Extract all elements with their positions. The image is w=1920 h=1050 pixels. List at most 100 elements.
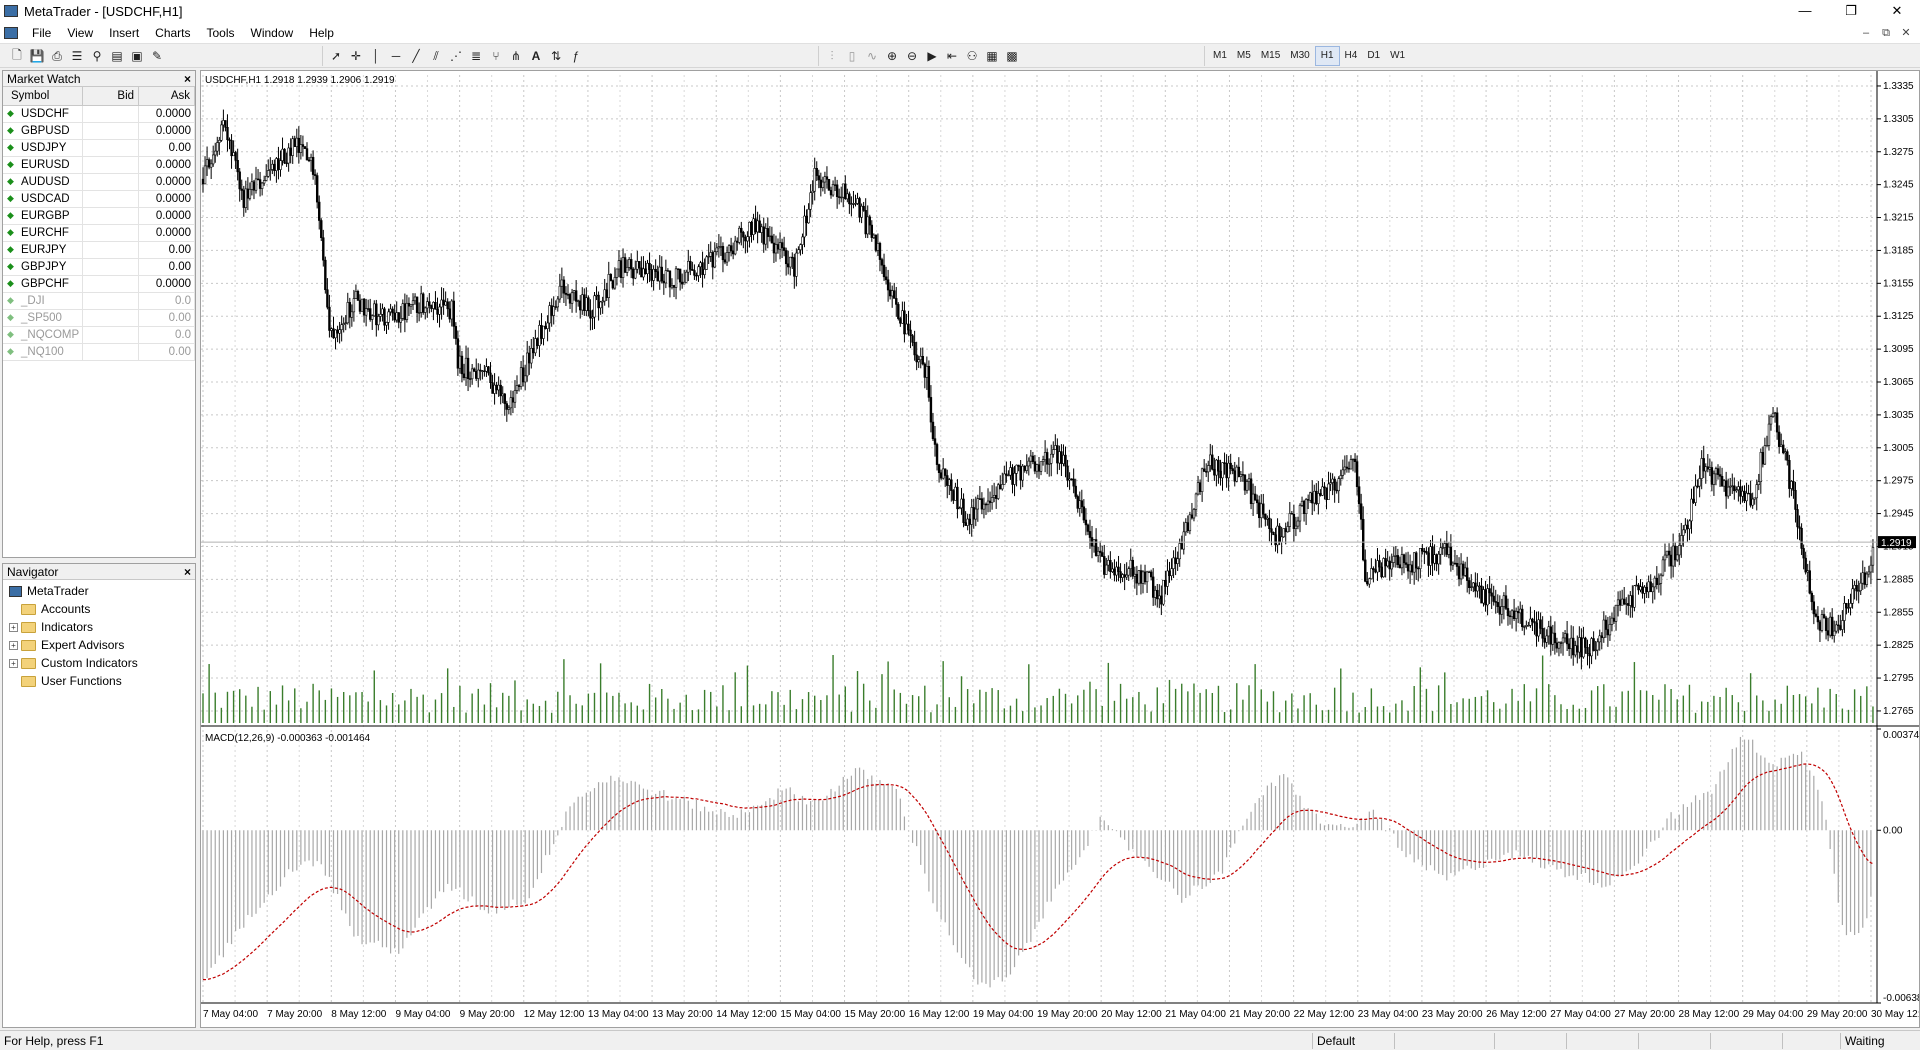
- arrows-icon[interactable]: ⇅: [546, 46, 566, 66]
- market-watch-icon[interactable]: ☰: [67, 46, 87, 66]
- chart-canvas[interactable]: 7 May 04:00 7 May 20:00 8 May 12:00 9 May 0…: [201, 71, 1919, 1027]
- new-chart-icon[interactable]: 🗋: [7, 46, 27, 66]
- minimize-button[interactable]: —: [1782, 0, 1828, 22]
- save-icon[interactable]: 💾: [27, 46, 47, 66]
- market-watch-row[interactable]: ◆ GBPJPY 0.00: [3, 258, 195, 276]
- maximize-button[interactable]: ❐: [1828, 0, 1874, 22]
- gann-icon[interactable]: ⋰: [446, 46, 466, 66]
- candle-body: [301, 144, 305, 147]
- candle-body: [477, 369, 480, 379]
- market-watch-row[interactable]: ◆ _SP500 0.00: [3, 309, 195, 327]
- market-watch-row[interactable]: ◆ USDCHF 0.0000: [3, 105, 195, 123]
- periods-icon[interactable]: ▦: [982, 46, 1002, 66]
- pitchfork-icon[interactable]: ⑂: [486, 46, 506, 66]
- navigator-item[interactable]: Accounts: [9, 600, 195, 618]
- candle-body: [1137, 570, 1141, 584]
- timeframe-m15[interactable]: M15: [1256, 46, 1285, 66]
- timeframe-m30[interactable]: M30: [1285, 46, 1314, 66]
- close-icon[interactable]: ×: [184, 565, 191, 579]
- candle-body: [1525, 625, 1528, 627]
- market-watch-row[interactable]: ◆ EURCHF 0.0000: [3, 224, 195, 242]
- market-watch-row[interactable]: ◆ GBPUSD 0.0000: [3, 122, 195, 140]
- print-icon[interactable]: ⎙: [47, 46, 67, 66]
- market-watch-row[interactable]: ◆ EURUSD 0.0000: [3, 156, 195, 174]
- zoom-out-icon[interactable]: ⊖: [902, 46, 922, 66]
- navigator-item[interactable]: User Functions: [9, 672, 195, 690]
- menu-insert[interactable]: Insert: [101, 22, 147, 44]
- close-icon[interactable]: ×: [184, 72, 191, 86]
- navigator-item[interactable]: + Expert Advisors: [9, 636, 195, 654]
- chart-window[interactable]: 7 May 04:00 7 May 20:00 8 May 12:00 9 May 0…: [200, 70, 1920, 1028]
- autoscroll-icon[interactable]: ▶: [922, 46, 942, 66]
- status-profile[interactable]: Default: [1312, 1033, 1394, 1049]
- menu-charts[interactable]: Charts: [147, 22, 198, 44]
- navigator-item[interactable]: + Indicators: [9, 618, 195, 636]
- timeframe-h1[interactable]: H1: [1314, 46, 1340, 66]
- chart-shift-icon[interactable]: ⇤: [942, 46, 962, 66]
- menu-view[interactable]: View: [59, 22, 101, 44]
- function-icon[interactable]: ƒ: [566, 46, 586, 66]
- bar-chart-icon[interactable]: ⫶: [822, 46, 842, 66]
- line-chart-icon[interactable]: ∿: [862, 46, 882, 66]
- market-watch-row[interactable]: ◆ EURJPY 0.00: [3, 241, 195, 259]
- vertical-line-icon[interactable]: │: [366, 46, 386, 66]
- expand-icon[interactable]: +: [9, 622, 18, 632]
- trendline-icon[interactable]: ╱: [406, 46, 426, 66]
- close-button[interactable]: ✕: [1874, 0, 1920, 22]
- market-watch-row[interactable]: ◆ EURGBP 0.0000: [3, 207, 195, 225]
- timeframe-h4[interactable]: H4: [1340, 46, 1363, 66]
- candle-body: [1839, 625, 1842, 630]
- candle-body: [760, 226, 763, 233]
- candle-body: [1172, 557, 1175, 569]
- navigator-icon[interactable]: ▤: [107, 46, 127, 66]
- chart-minimize-button[interactable]: –: [1856, 22, 1876, 44]
- candle-body: [211, 154, 215, 165]
- chart-window-icon[interactable]: [4, 26, 18, 39]
- expand-icon[interactable]: +: [9, 640, 18, 650]
- price-axis-label: 1.3005: [1883, 443, 1914, 454]
- candle-body: [662, 280, 666, 284]
- candle-body: [585, 297, 588, 311]
- templates-icon[interactable]: ▩: [1002, 46, 1022, 66]
- candle-body: [1700, 458, 1703, 479]
- menu-help[interactable]: Help: [301, 22, 342, 44]
- navigator-item[interactable]: + Custom Indicators: [9, 654, 195, 672]
- candle-body: [1174, 557, 1177, 564]
- column-symbol[interactable]: Symbol: [3, 87, 84, 106]
- menu-file[interactable]: File: [24, 22, 59, 44]
- data-window-icon[interactable]: ⚲: [87, 46, 107, 66]
- market-watch-row[interactable]: ◆ _NQCOMP 0.0: [3, 326, 195, 344]
- timeframe-m1[interactable]: M1: [1208, 46, 1232, 66]
- timeframe-m5[interactable]: M5: [1232, 46, 1256, 66]
- market-watch-row[interactable]: ◆ _NQ100 0.00: [3, 343, 195, 361]
- chart-close-button[interactable]: ✕: [1896, 22, 1916, 44]
- candlestick-icon[interactable]: ▯: [842, 46, 862, 66]
- menu-tools[interactable]: Tools: [199, 22, 243, 44]
- market-watch-row[interactable]: ◆ _DJI 0.0: [3, 292, 195, 310]
- fan-icon[interactable]: ⋔: [506, 46, 526, 66]
- menu-window[interactable]: Window: [243, 22, 302, 44]
- navigator-root[interactable]: MetaTrader: [9, 582, 195, 600]
- horizontal-line-icon[interactable]: ─: [386, 46, 406, 66]
- market-watch-row[interactable]: ◆ USDJPY 0.00: [3, 139, 195, 157]
- indicators-icon[interactable]: ⚇: [962, 46, 982, 66]
- terminal-icon[interactable]: ▣: [127, 46, 147, 66]
- channel-icon[interactable]: ⫽: [426, 46, 446, 66]
- timeframe-w1[interactable]: W1: [1385, 46, 1410, 66]
- column-ask[interactable]: Ask: [138, 87, 195, 106]
- market-watch-row[interactable]: ◆ GBPCHF 0.0000: [3, 275, 195, 293]
- strategy-tester-icon[interactable]: ✎: [147, 46, 167, 66]
- text-icon[interactable]: A: [526, 46, 546, 66]
- zoom-in-icon[interactable]: ⊕: [882, 46, 902, 66]
- fibonacci-icon[interactable]: ≣: [466, 46, 486, 66]
- market-watch-row[interactable]: ◆ USDCAD 0.0000: [3, 190, 195, 208]
- expand-icon[interactable]: +: [9, 658, 18, 668]
- market-watch-row[interactable]: ◆ AUDUSD 0.0000: [3, 173, 195, 191]
- crosshair-icon[interactable]: ✛: [346, 46, 366, 66]
- candle-body: [1082, 506, 1086, 521]
- timeframe-d1[interactable]: D1: [1362, 46, 1385, 66]
- column-bid[interactable]: Bid: [82, 87, 140, 106]
- chart-restore-button[interactable]: ⧉: [1876, 22, 1896, 44]
- cursor-icon[interactable]: ➚: [326, 46, 346, 66]
- status-cell: [1494, 1033, 1566, 1049]
